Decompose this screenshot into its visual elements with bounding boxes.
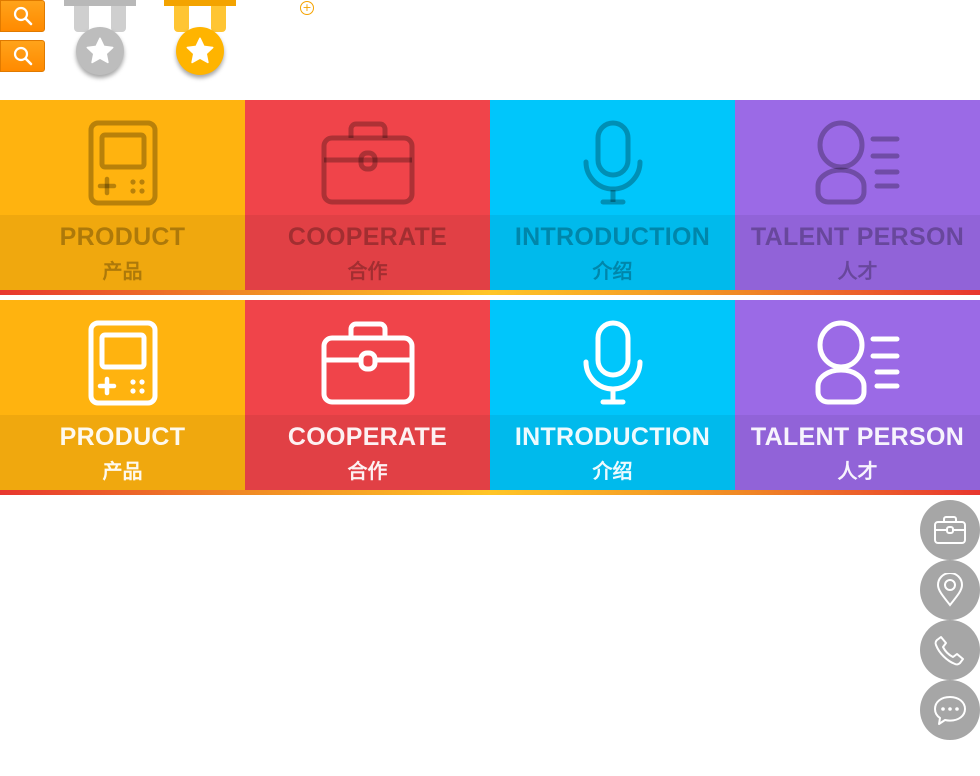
star-icon bbox=[186, 37, 214, 64]
medal-ribbon bbox=[74, 6, 89, 32]
nav-tiles-row-dim: PRODUCT 产品 COOPERATE 合作 INTRODUCTION 介绍 bbox=[0, 100, 980, 290]
tile-title-en: COOPERATE bbox=[287, 223, 448, 251]
tile-title-zh: 介绍 bbox=[592, 259, 633, 283]
tile-title-en: INTRODUCTION bbox=[514, 423, 711, 451]
tile-title-en: INTRODUCTION bbox=[514, 223, 711, 251]
color-stripe bbox=[0, 290, 980, 295]
tile-title-zh: 合作 bbox=[347, 459, 388, 483]
side-chat-button[interactable] bbox=[920, 680, 980, 740]
medal-ribbon bbox=[211, 6, 226, 32]
tile-product[interactable]: PRODUCT 产品 bbox=[0, 100, 245, 290]
search-button[interactable] bbox=[0, 0, 45, 32]
tile-title-en: PRODUCT bbox=[59, 223, 186, 251]
plus-circle-icon[interactable]: + bbox=[300, 1, 314, 15]
medal-circle bbox=[76, 27, 124, 75]
search-button-hover[interactable] bbox=[0, 40, 45, 72]
tile-title-zh: 人才 bbox=[837, 459, 878, 483]
microphone-icon bbox=[583, 120, 642, 205]
briefcase-icon bbox=[321, 321, 414, 405]
medal-circle bbox=[176, 27, 224, 75]
person-list-icon bbox=[815, 320, 899, 405]
color-stripe bbox=[0, 490, 980, 495]
tile-talent-person[interactable]: TALENT PERSON 人才 bbox=[735, 100, 980, 290]
nav-tiles-row-highlight: PRODUCT 产品 COOPERATE 合作 INTRODUCTION 介绍 bbox=[0, 300, 980, 490]
side-briefcase-button[interactable] bbox=[920, 500, 980, 560]
tile-title-zh: 介绍 bbox=[592, 459, 633, 483]
search-icon bbox=[13, 46, 32, 66]
gamepad-icon bbox=[88, 320, 157, 406]
side-location-button[interactable] bbox=[920, 560, 980, 620]
tile-title-zh: 合作 bbox=[347, 259, 388, 283]
tile-title-en: TALENT PERSON bbox=[750, 423, 965, 451]
chat-icon bbox=[934, 696, 966, 725]
tile-title-en: COOPERATE bbox=[287, 423, 448, 451]
tile-introduction[interactable]: INTRODUCTION 介绍 bbox=[490, 300, 735, 490]
star-icon bbox=[86, 37, 114, 64]
medal-gold[interactable] bbox=[164, 0, 238, 80]
side-phone-button[interactable] bbox=[920, 620, 980, 680]
tile-title-en: TALENT PERSON bbox=[750, 223, 965, 251]
tile-cooperate[interactable]: COOPERATE 合作 bbox=[245, 100, 490, 290]
tile-title-zh: 产品 bbox=[102, 259, 143, 283]
briefcase-icon bbox=[321, 121, 414, 205]
phone-icon bbox=[934, 636, 964, 666]
tile-introduction[interactable]: INTRODUCTION 介绍 bbox=[490, 100, 735, 290]
tile-title-zh: 人才 bbox=[837, 259, 878, 283]
tile-title-en: PRODUCT bbox=[59, 423, 186, 451]
tile-talent-person[interactable]: TALENT PERSON 人才 bbox=[735, 300, 980, 490]
tile-cooperate[interactable]: COOPERATE 合作 bbox=[245, 300, 490, 490]
person-list-icon bbox=[815, 120, 899, 205]
medal-ribbon bbox=[111, 6, 126, 32]
microphone-icon bbox=[583, 320, 642, 405]
briefcase-icon bbox=[934, 516, 966, 544]
medal-gray[interactable] bbox=[64, 0, 138, 80]
tile-product[interactable]: PRODUCT 产品 bbox=[0, 300, 245, 490]
gamepad-icon bbox=[88, 120, 157, 206]
medal-ribbon bbox=[174, 6, 189, 32]
tile-title-zh: 产品 bbox=[102, 459, 143, 483]
search-icon bbox=[13, 6, 32, 26]
location-pin-icon bbox=[936, 573, 964, 607]
